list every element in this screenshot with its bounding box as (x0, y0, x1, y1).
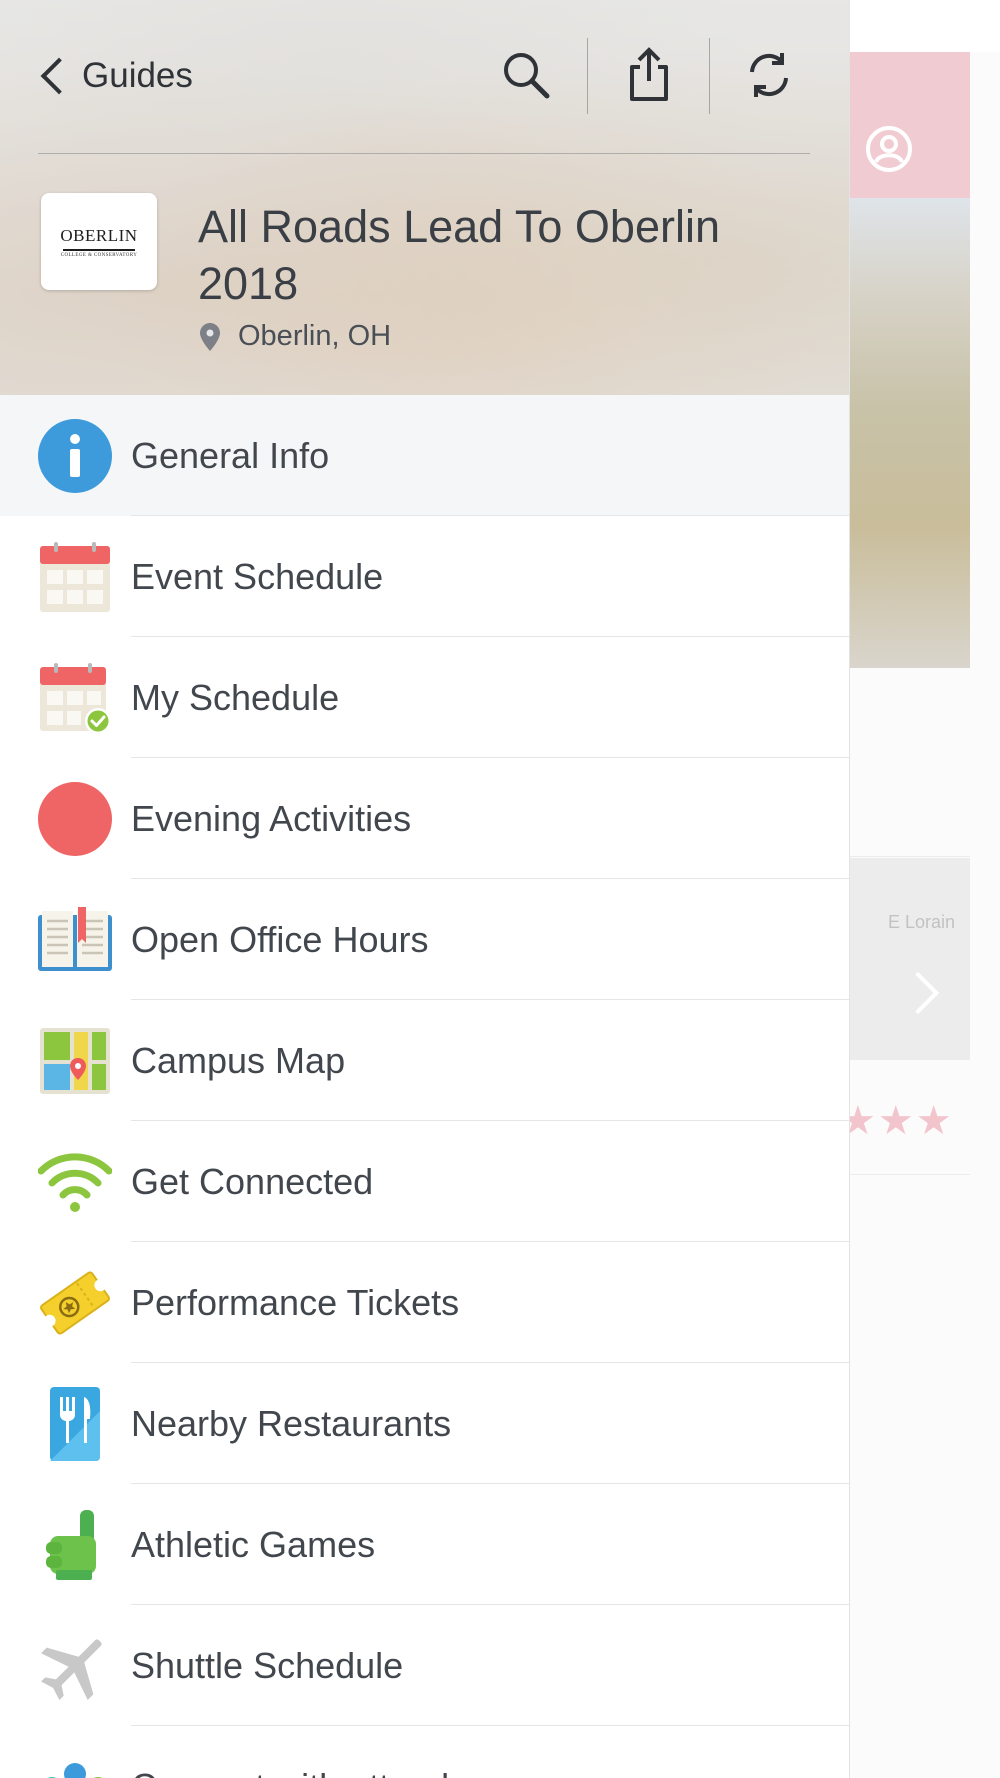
menu-item-label: Connect with attendees (131, 1766, 507, 1778)
back-button-label: Guides (82, 56, 193, 95)
toolbar-divider (587, 38, 588, 114)
menu-item-label: My Schedule (131, 676, 340, 718)
menu-item-open-office-hours[interactable]: Open Office Hours (0, 879, 849, 1000)
guide-location: Oberlin, OH (200, 320, 391, 353)
header-divider (38, 153, 810, 154)
share-icon (630, 47, 668, 101)
menu-item-label: Shuttle Schedule (131, 1644, 404, 1686)
guide-logo: OBERLIN COLLEGE & CONSERVATORY (41, 193, 157, 290)
foam-finger-icon (46, 1510, 96, 1580)
menu-item-label: Performance Tickets (131, 1281, 460, 1323)
share-button[interactable] (614, 40, 684, 110)
refresh-button[interactable] (734, 40, 804, 110)
book-icon (38, 907, 112, 971)
map-icon (40, 1028, 110, 1094)
toolbar-divider (709, 38, 710, 114)
restaurant-icon (50, 1387, 100, 1461)
location-label: Oberlin, OH (238, 320, 392, 352)
menu-item-label: Athletic Games (131, 1523, 376, 1565)
info-icon (38, 419, 112, 493)
menu-item-event-schedule[interactable]: Event Schedule (0, 516, 849, 637)
menu-item-my-schedule[interactable]: My Schedule (0, 637, 849, 758)
guide-menu: General Info Event Schedule My Schedule … (0, 395, 849, 1778)
calendar-icon (40, 542, 110, 612)
back-to-guides-button[interactable]: Guides (38, 48, 193, 104)
background-header-bar (849, 52, 970, 198)
location-pin-icon (200, 322, 220, 351)
menu-item-campus-map[interactable]: Campus Map (0, 1000, 849, 1121)
chevron-left-icon (40, 57, 78, 95)
menu-item-nearby-restaurants[interactable]: Nearby Restaurants (0, 1363, 849, 1484)
menu-item-label: Event Schedule (131, 555, 384, 597)
menu-item-label: Open Office Hours (131, 918, 429, 960)
menu-item-athletic-games[interactable]: Athletic Games (0, 1484, 849, 1605)
refresh-icon (750, 53, 788, 97)
menu-item-get-connected[interactable]: Get Connected (0, 1121, 849, 1242)
background-top-bar (849, 0, 1000, 52)
menu-item-shuttle-schedule[interactable]: Shuttle Schedule (0, 1605, 849, 1726)
calendar-check-icon (40, 663, 111, 734)
background-map[interactable] (849, 858, 970, 1060)
search-icon (504, 53, 550, 99)
menu-item-evening-activities[interactable]: Evening Activities (0, 758, 849, 879)
guide-header: Guides OBERLIN COLLEGE & CONSERVATORY Al… (0, 0, 849, 395)
attendees-icon (47, 1763, 103, 1778)
profile-icon[interactable] (866, 126, 912, 172)
search-button[interactable] (491, 40, 561, 110)
menu-item-general-info[interactable]: General Info (0, 395, 849, 516)
background-divider (849, 856, 970, 857)
menu-item-label: Get Connected (131, 1160, 374, 1202)
menu-item-label: General Info (131, 434, 330, 476)
wifi-icon (38, 1153, 112, 1212)
airplane-icon (41, 1639, 102, 1700)
menu-item-performance-tickets[interactable]: Performance Tickets (0, 1242, 849, 1363)
guide-title: All Roads Lead To Oberlin 2018 (198, 201, 720, 309)
rating-stars: ★★★ (840, 1099, 954, 1143)
red-circle-icon (38, 782, 112, 856)
menu-item-label: Campus Map (131, 1039, 346, 1081)
ticket-icon (40, 1271, 110, 1335)
menu-item-label: Nearby Restaurants (131, 1402, 452, 1444)
menu-item-label: Evening Activities (131, 797, 412, 839)
map-street-label: E Lorain (888, 912, 956, 932)
background-divider (849, 1174, 970, 1175)
background-photo (849, 198, 970, 668)
navigation-drawer: Guides OBERLIN COLLEGE & CONSERVATORY Al… (0, 0, 849, 1778)
menu-item-connect-with-attendees[interactable]: Connect with attendees (0, 1726, 849, 1778)
